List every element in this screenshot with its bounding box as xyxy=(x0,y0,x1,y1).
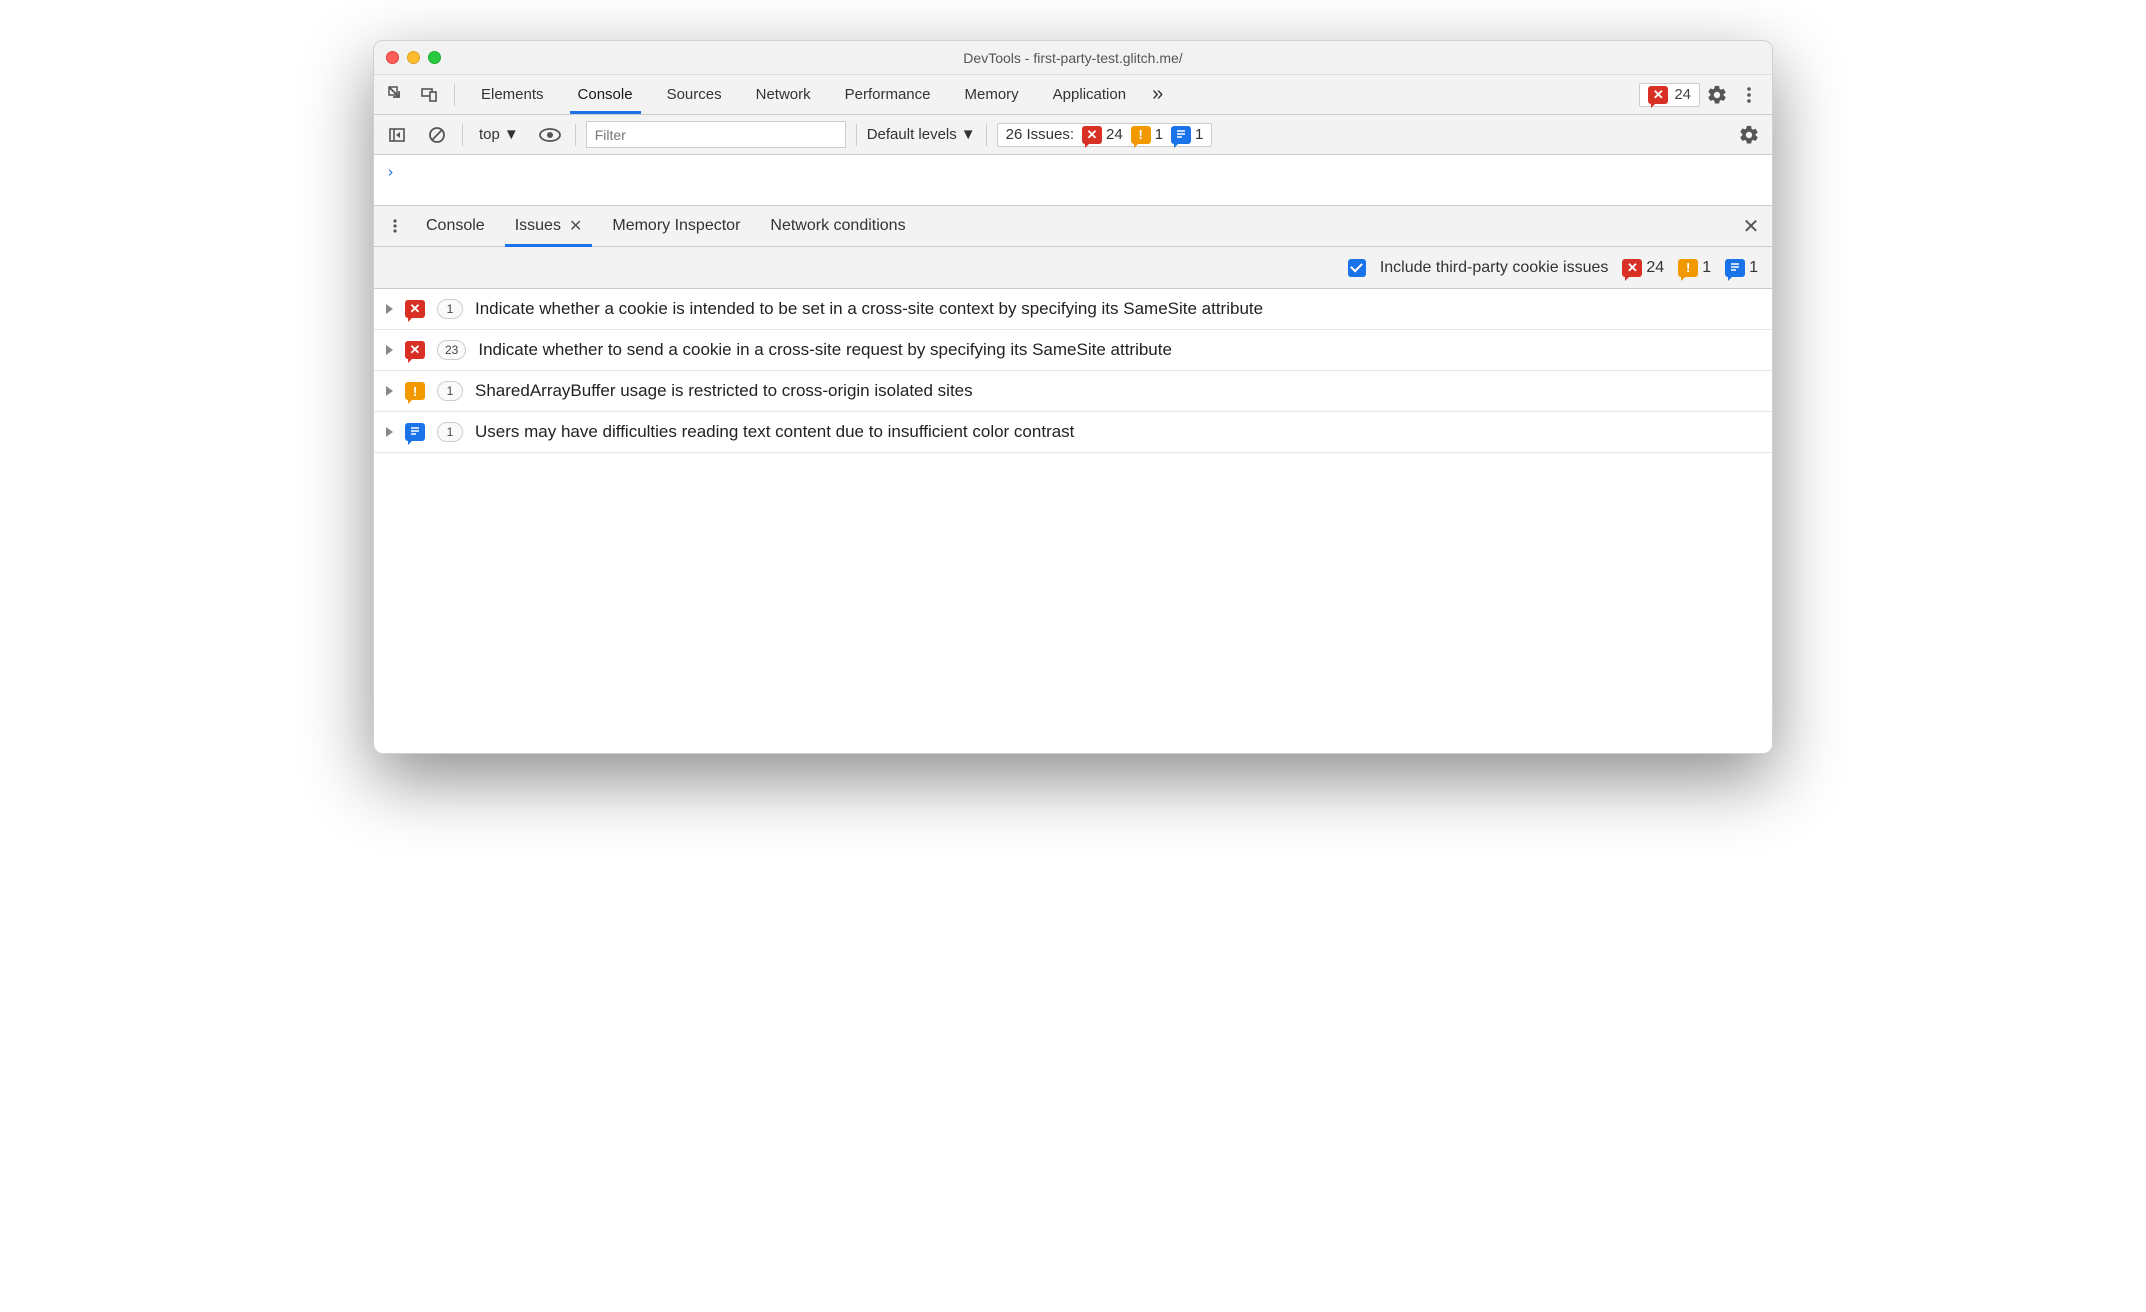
issue-title: Indicate whether a cookie is intended to… xyxy=(475,299,1263,319)
separator xyxy=(454,84,455,106)
close-drawer-icon[interactable]: ✕ xyxy=(1736,211,1766,241)
issue-row[interactable]: ! 1 SharedArrayBuffer usage is restricted … xyxy=(374,371,1772,412)
tab-network[interactable]: Network xyxy=(740,75,827,114)
tab-label: Network conditions xyxy=(770,217,905,235)
error-icon: ✕ xyxy=(1622,259,1642,277)
console-settings-icon[interactable] xyxy=(1734,120,1764,150)
prompt-icon: › xyxy=(386,163,395,181)
overflow-glyph: » xyxy=(1152,83,1163,106)
info-count: 1 xyxy=(1749,259,1758,277)
tab-label: Memory Inspector xyxy=(612,217,740,235)
error-count: 24 xyxy=(1106,126,1123,143)
separator xyxy=(462,124,463,146)
titlebar: DevTools - first-party-test.glitch.me/ xyxy=(374,41,1772,75)
warning-icon: ! xyxy=(1678,259,1698,277)
issue-title: Indicate whether to send a cookie in a c… xyxy=(478,340,1172,360)
tab-sources[interactable]: Sources xyxy=(651,75,738,114)
tab-application[interactable]: Application xyxy=(1037,75,1142,114)
expand-caret-icon xyxy=(386,427,393,437)
kebab-menu-icon[interactable] xyxy=(1734,80,1764,110)
error-icon: ✕ xyxy=(1082,126,1102,144)
warning-count: 1 xyxy=(1702,259,1711,277)
tab-label: Application xyxy=(1053,86,1126,103)
devtools-window: DevTools - first-party-test.glitch.me/ E… xyxy=(373,40,1773,754)
filter-input[interactable] xyxy=(586,121,846,148)
issue-count-pill: 1 xyxy=(437,381,463,401)
expand-caret-icon xyxy=(386,345,393,355)
info-icon xyxy=(405,423,425,441)
empty-area xyxy=(374,453,1772,753)
issue-row[interactable]: ✕ 23 Indicate whether to send a cookie in … xyxy=(374,330,1772,371)
issue-row[interactable]: 1 Users may have difficulties reading tex… xyxy=(374,412,1772,453)
drawer-tab-memory-inspector[interactable]: Memory Inspector xyxy=(598,206,754,246)
chevron-down-icon: ▼ xyxy=(961,126,976,143)
tab-console[interactable]: Console xyxy=(562,75,649,114)
drawer-tabs: Console Issues ✕ Memory Inspector Networ… xyxy=(374,205,1772,247)
separator xyxy=(856,124,857,146)
separator xyxy=(986,124,987,146)
issues-label: 26 Issues: xyxy=(1006,126,1074,143)
live-expression-icon[interactable] xyxy=(535,120,565,150)
warning-icon: ! xyxy=(1131,126,1151,144)
window-title: DevTools - first-party-test.glitch.me/ xyxy=(374,50,1772,66)
warning-icon: ! xyxy=(405,382,425,400)
info-icon xyxy=(1171,126,1191,144)
close-tab-icon[interactable]: ✕ xyxy=(569,216,582,236)
tab-label: Issues xyxy=(515,217,561,235)
expand-caret-icon xyxy=(386,386,393,396)
inspect-element-icon[interactable] xyxy=(382,80,412,110)
drawer-tab-issues[interactable]: Issues ✕ xyxy=(501,206,597,246)
info-count: 1 xyxy=(1195,126,1203,143)
tab-label: Network xyxy=(756,86,811,103)
tab-label: Console xyxy=(578,86,633,103)
context-label: top xyxy=(479,126,500,143)
issues-summary[interactable]: 26 Issues: ✕24 !1 1 xyxy=(997,123,1213,147)
drawer-tab-console[interactable]: Console xyxy=(412,206,499,246)
toggle-sidebar-icon[interactable] xyxy=(382,120,412,150)
separator xyxy=(575,124,576,146)
levels-label: Default levels xyxy=(867,126,957,143)
issue-count-pill: 1 xyxy=(437,422,463,442)
tab-label: Memory xyxy=(965,86,1019,103)
error-count: 24 xyxy=(1646,259,1664,277)
open-issues-button[interactable]: ✕ 24 xyxy=(1639,83,1700,107)
main-tabs: Elements Console Sources Network Perform… xyxy=(374,75,1772,115)
tab-label: Performance xyxy=(845,86,931,103)
tab-label: Console xyxy=(426,217,485,235)
tab-label: Sources xyxy=(667,86,722,103)
more-tabs-button[interactable]: » xyxy=(1144,75,1171,114)
issue-title: SharedArrayBuffer usage is restricted to… xyxy=(475,381,973,401)
tab-elements[interactable]: Elements xyxy=(465,75,560,114)
tab-label: Elements xyxy=(481,86,544,103)
checkbox-label: Include third-party cookie issues xyxy=(1380,259,1609,277)
error-icon: ✕ xyxy=(405,341,425,359)
third-party-checkbox[interactable] xyxy=(1348,259,1366,277)
issue-count-pill: 1 xyxy=(437,299,463,319)
clear-console-icon[interactable] xyxy=(422,120,452,150)
warning-count: 1 xyxy=(1155,126,1163,143)
tab-memory[interactable]: Memory xyxy=(949,75,1035,114)
issues-list: ✕ 1 Indicate whether a cookie is intended … xyxy=(374,289,1772,453)
expand-caret-icon xyxy=(386,304,393,314)
issue-count-pill: 23 xyxy=(437,340,466,360)
settings-icon[interactable] xyxy=(1702,80,1732,110)
error-icon: ✕ xyxy=(405,300,425,318)
device-toolbar-icon[interactable] xyxy=(414,80,444,110)
console-body[interactable]: › xyxy=(374,155,1772,205)
console-toolbar: top ▼ Default levels ▼ 26 Issues: ✕24 !1… xyxy=(374,115,1772,155)
issue-row[interactable]: ✕ 1 Indicate whether a cookie is intended … xyxy=(374,289,1772,330)
issue-title: Users may have difficulties reading text… xyxy=(475,422,1074,442)
execution-context-selector[interactable]: top ▼ xyxy=(473,124,525,145)
chevron-down-icon: ▼ xyxy=(504,126,519,143)
info-icon xyxy=(1725,259,1745,277)
log-levels-selector[interactable]: Default levels ▼ xyxy=(867,126,976,143)
error-count: 24 xyxy=(1674,86,1691,103)
issues-toolbar: Include third-party cookie issues ✕24 !1… xyxy=(374,247,1772,289)
drawer-kebab-icon[interactable] xyxy=(380,211,410,241)
drawer-tab-network-conditions[interactable]: Network conditions xyxy=(756,206,919,246)
error-icon: ✕ xyxy=(1648,86,1668,104)
tab-performance[interactable]: Performance xyxy=(829,75,947,114)
